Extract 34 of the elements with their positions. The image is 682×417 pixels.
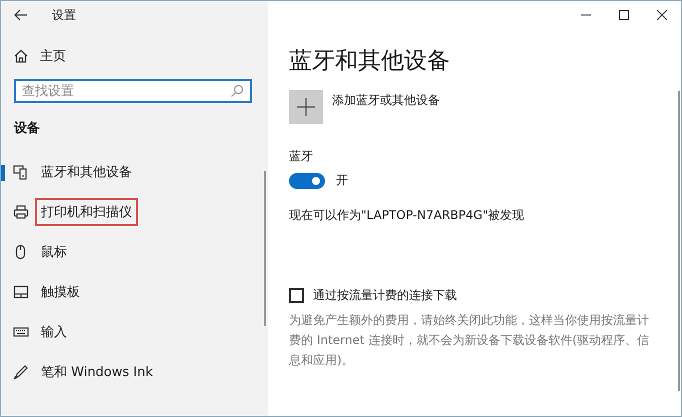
- back-button[interactable]: [14, 8, 30, 22]
- back-arrow-icon: [14, 9, 28, 21]
- nav-item[interactable]: 触摸板: [1, 272, 251, 312]
- search-field[interactable]: 查找设置: [14, 79, 252, 103]
- nav-item[interactable]: 蓝牙和其他设备: [1, 152, 251, 192]
- bluetooth-label: 蓝牙: [289, 148, 314, 165]
- nav-item[interactable]: 笔和 Windows Ink: [1, 352, 251, 392]
- home-nav-item[interactable]: 主页: [14, 47, 74, 65]
- search-icon: [230, 84, 244, 98]
- nav-item[interactable]: 打印机和扫描仪: [1, 192, 251, 232]
- window-title: 设置: [52, 6, 76, 24]
- add-device-button[interactable]: [289, 90, 323, 124]
- description-text: 为避免产生额外的费用，请始终关闭此功能，这样当你使用按流量计费的 Internet 连接时，就不会为新设备下载设备软件(驱动程序、信息和应用)。: [289, 312, 650, 369]
- section-heading: 设备: [14, 120, 41, 137]
- highlight-frame: 打印机和扫描仪: [35, 198, 138, 226]
- home-icon: [14, 49, 28, 63]
- maximize-icon: [619, 10, 629, 20]
- nav-item[interactable]: 鼠标: [1, 232, 251, 272]
- pen-icon: [13, 364, 29, 380]
- plus-icon: [296, 97, 316, 117]
- touchpad-icon: [13, 284, 29, 300]
- close-icon: [657, 10, 667, 20]
- discoverable-text: 现在可以作为"LAPTOP-N7ARBP4G"被发现: [289, 207, 526, 224]
- nav-item[interactable]: 输入: [1, 312, 251, 352]
- devices-icon: [13, 164, 29, 180]
- scrollbar[interactable]: [678, 91, 680, 391]
- toggle-state: 开: [336, 172, 348, 189]
- bluetooth-toggle[interactable]: [289, 172, 325, 188]
- printer-icon: [13, 204, 29, 220]
- scrollbar[interactable]: [264, 171, 266, 326]
- checkbox-label: 通过按流量计费的连接下载: [313, 287, 457, 304]
- checkbox[interactable]: [289, 288, 304, 303]
- add-device-label[interactable]: 添加蓝牙或其他设备: [332, 92, 440, 109]
- page-title: 蓝牙和其他设备: [289, 47, 451, 76]
